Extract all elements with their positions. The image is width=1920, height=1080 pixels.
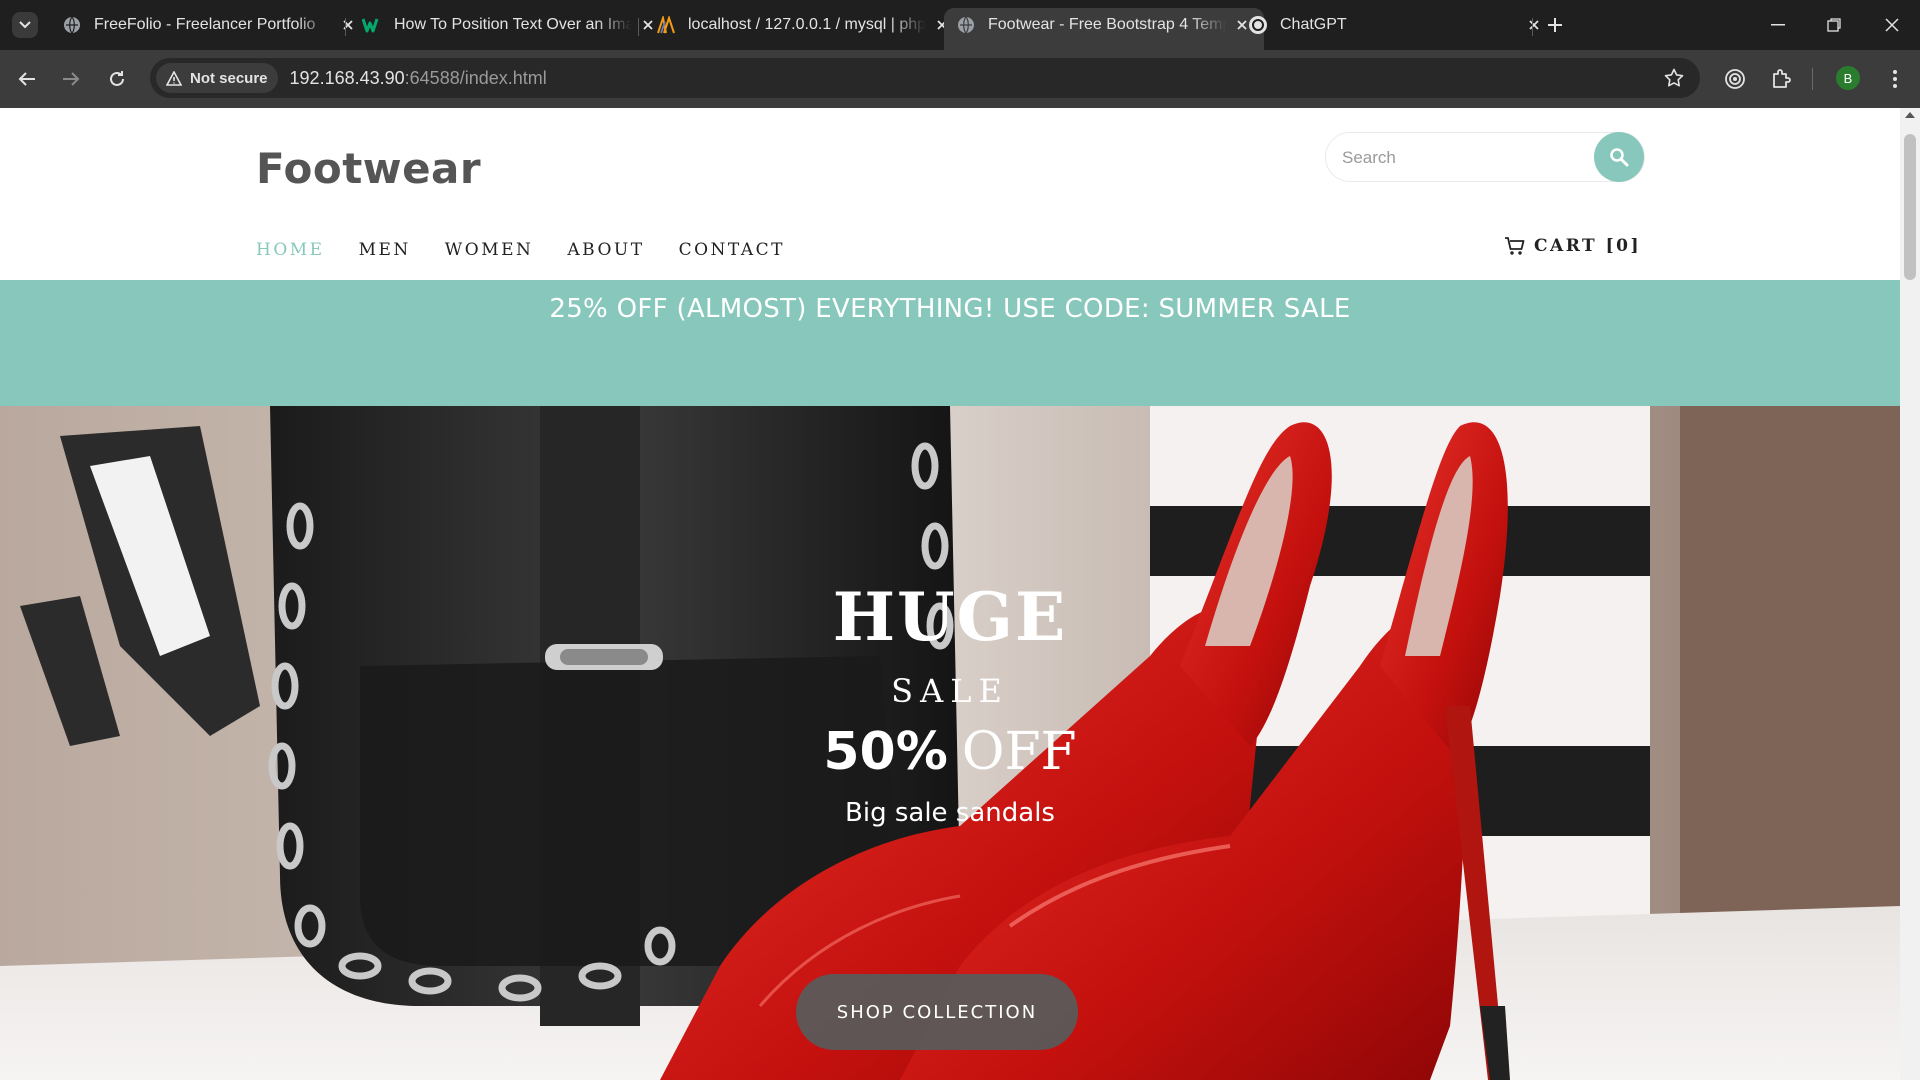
security-label: Not secure [190, 69, 268, 87]
page-scrollbar[interactable] [1900, 108, 1920, 1080]
search-input[interactable] [1340, 143, 1584, 173]
tab-title: FreeFolio - Freelancer Portfolio [94, 16, 316, 33]
tab-chatgpt[interactable]: ChatGPT [1236, 8, 1556, 42]
cart-link[interactable]: CART [0] [1504, 236, 1641, 256]
new-tab-button[interactable] [1540, 12, 1570, 38]
globe-icon [956, 15, 976, 35]
hero-discount: 50% OFF [823, 722, 1077, 782]
tab-phpmyadmin[interactable]: localhost / 127.0.0.1 / mysql | phpMyAdm… [644, 8, 964, 42]
cart-icon [1505, 237, 1525, 255]
restore-icon [1827, 18, 1841, 32]
phpmyadmin-icon [656, 15, 676, 35]
promo-text: 25% OFF (ALMOST) EVERYTHING! USE CODE: S… [549, 294, 1351, 324]
scroll-up-arrow-icon[interactable] [1905, 112, 1915, 118]
hero-title: HUGE [832, 578, 1068, 656]
search-button[interactable] [1594, 132, 1644, 182]
restore-button[interactable] [1814, 10, 1854, 40]
chatgpt-icon [1248, 15, 1268, 35]
site-logo[interactable]: Footwear [256, 144, 481, 193]
close-icon [1885, 18, 1899, 32]
kebab-menu-icon [1893, 70, 1897, 88]
nav-home[interactable]: HOME [256, 240, 325, 260]
arrow-right-icon [63, 72, 80, 86]
tab-position-text[interactable]: How To Position Text Over an Image [350, 8, 670, 42]
tab-freefolio[interactable]: FreeFolio - Freelancer Portfolio [50, 8, 370, 42]
plus-icon [1548, 18, 1562, 32]
reload-button[interactable] [102, 64, 132, 94]
security-indicator[interactable]: Not secure [156, 63, 278, 93]
nav-about[interactable]: ABOUT [567, 240, 644, 260]
tab-title: How To Position Text Over an Image [394, 16, 632, 33]
arrow-left-icon [18, 72, 35, 86]
browser-menu-button[interactable] [1880, 64, 1910, 94]
forward-button[interactable] [56, 64, 86, 94]
tab-title: Footwear - Free Bootstrap 4 Template [988, 16, 1226, 33]
nav-men[interactable]: MEN [359, 240, 411, 260]
shop-collection-button[interactable]: SHOP COLLECTION [796, 974, 1078, 1050]
reload-icon [110, 71, 124, 86]
bookmark-star-icon[interactable] [1662, 66, 1686, 90]
page-viewport: Footwear HOME MEN WOMEN ABOUT CONTACT CA… [0, 108, 1900, 1080]
profile-avatar[interactable]: B [1836, 66, 1860, 90]
site-header: Footwear HOME MEN WOMEN ABOUT CONTACT CA… [0, 108, 1900, 280]
chevron-down-icon [19, 21, 31, 29]
toolbar: Not secure 192.168.43.90:64588/index.htm… [0, 50, 1920, 108]
hero-slider: HUGE SALE 50% OFF Big sale sandals SHOP C… [0, 406, 1900, 1080]
nav-contact[interactable]: CONTACT [679, 240, 785, 260]
search-icon [1610, 148, 1629, 167]
tab-title: ChatGPT [1280, 16, 1347, 33]
minimize-button[interactable] [1758, 10, 1798, 40]
puzzle-icon [1773, 69, 1791, 88]
tab-strip: FreeFolio - Freelancer Portfolio How To … [0, 0, 1920, 50]
scroll-thumb[interactable] [1904, 134, 1916, 280]
url-text: 192.168.43.90:64588/index.html [289, 67, 547, 88]
target-icon [1725, 69, 1745, 89]
cart-label: CART [0] [1534, 236, 1642, 256]
warning-icon [166, 70, 182, 86]
w-logo-icon [362, 15, 382, 35]
tab-footwear[interactable]: Footwear - Free Bootstrap 4 Template [944, 8, 1264, 50]
hero-caption: HUGE SALE 50% OFF Big sale sandals SHOP C… [0, 406, 1900, 1080]
nav-women[interactable]: WOMEN [445, 240, 534, 260]
minimize-icon [1771, 24, 1785, 26]
globe-icon [62, 15, 82, 35]
hero-tagline: Big sale sandals [845, 798, 1055, 828]
main-nav: HOME MEN WOMEN ABOUT CONTACT [256, 240, 819, 260]
close-window-button[interactable] [1872, 10, 1912, 40]
extensions-menu-button[interactable] [1766, 64, 1796, 94]
tab-search-button[interactable] [12, 12, 38, 38]
tab-title: localhost / 127.0.0.1 / mysql | phpMyAdm… [688, 16, 926, 33]
address-bar[interactable]: Not secure 192.168.43.90:64588/index.htm… [150, 58, 1700, 98]
hero-subtitle: SALE [891, 672, 1009, 710]
extension-button[interactable] [1720, 64, 1750, 94]
promo-banner: 25% OFF (ALMOST) EVERYTHING! USE CODE: S… [0, 280, 1900, 406]
back-button[interactable] [12, 64, 42, 94]
